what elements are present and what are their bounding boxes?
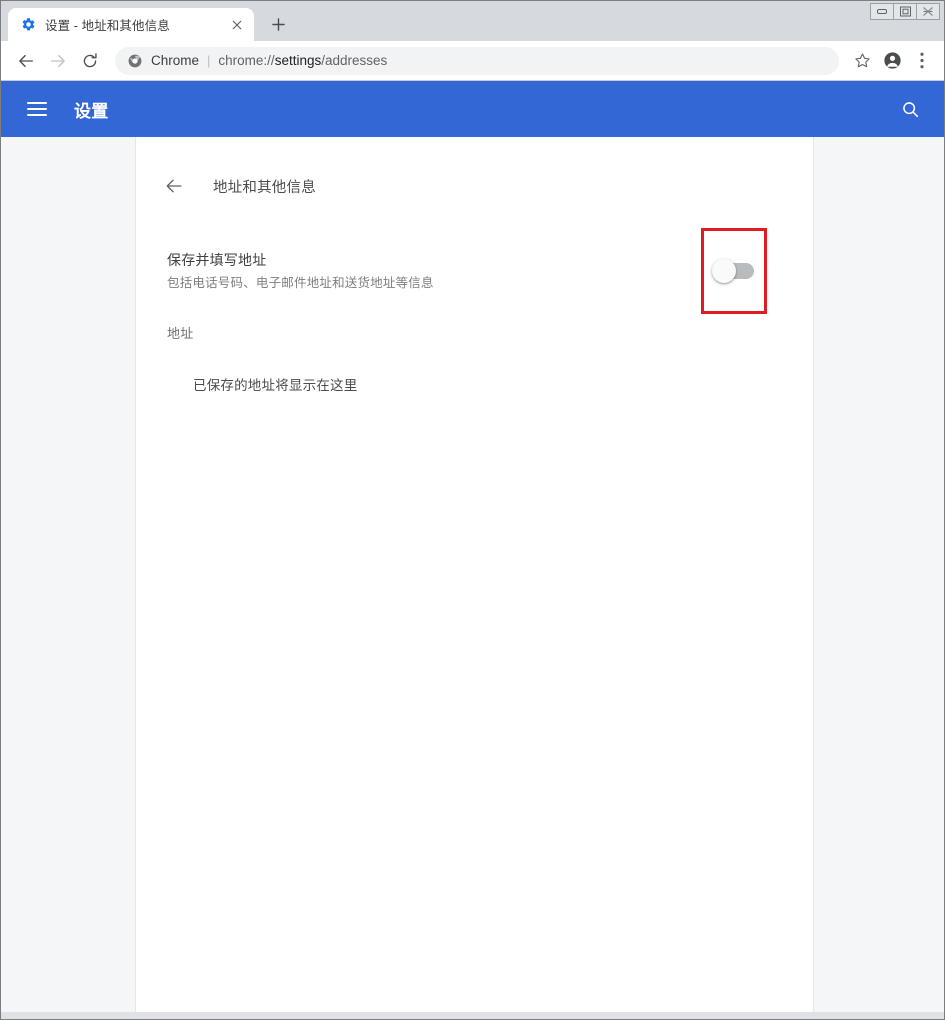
addresses-section-title: 地址: [167, 326, 194, 341]
tab-strip: 设置 - 地址和其他信息: [1, 1, 944, 41]
restore-icon[interactable]: [893, 3, 917, 20]
browser-window: 设置 - 地址和其他信息 Chrome | chrome://settings/…: [0, 0, 945, 1020]
toggle-sublabel: 包括电话号码、电子邮件地址和送货地址等信息: [167, 275, 434, 290]
settings-gear-icon: [20, 17, 36, 33]
close-icon[interactable]: [228, 16, 246, 34]
omnibox-url: chrome://settings/addresses: [218, 53, 387, 68]
search-icon[interactable]: [896, 95, 924, 123]
account-avatar-icon[interactable]: [878, 47, 906, 75]
window-controls: [870, 3, 940, 20]
tab-title: 设置 - 地址和其他信息: [45, 19, 170, 33]
addresses-empty-state: 已保存的地址将显示在这里: [193, 378, 358, 393]
toggle-label: 保存并填写地址: [167, 251, 267, 268]
autofill-addresses-toggle-row[interactable]: 保存并填写地址 包括电话号码、电子邮件地址和送货地址等信息: [136, 228, 813, 314]
hamburger-line: [27, 108, 47, 110]
browser-tab[interactable]: 设置 - 地址和其他信息: [8, 8, 254, 41]
bottom-strip: [1, 1012, 944, 1019]
chrome-logo-icon: [127, 53, 143, 69]
omnibox-url-host: settings: [274, 53, 322, 68]
new-tab-button[interactable]: [264, 10, 292, 38]
omnibox-url-prefix: chrome://: [218, 53, 275, 68]
hamburger-line: [27, 102, 47, 104]
back-arrow-icon[interactable]: [156, 168, 192, 204]
save-addresses-switch[interactable]: [711, 259, 754, 283]
toggle-highlight-region: [701, 228, 767, 314]
omnibox-url-path: /addresses: [321, 53, 388, 68]
forward-arrow-icon[interactable]: [43, 46, 73, 76]
three-dot-menu-icon[interactable]: [908, 47, 936, 75]
browser-toolbar: Chrome | chrome://settings/addresses: [1, 41, 944, 81]
toggle-texts: 保存并填写地址 包括电话号码、电子邮件地址和送货地址等信息: [167, 250, 701, 293]
reload-icon[interactable]: [75, 46, 105, 76]
omnibox-separator: |: [207, 53, 211, 68]
omnibox-scheme-label: Chrome: [151, 53, 200, 68]
hamburger-line: [27, 114, 47, 116]
subpage-header: 地址和其他信息: [136, 157, 813, 215]
settings-toolbar: 设置: [1, 81, 944, 137]
settings-page-body: 地址和其他信息 保存并填写地址 包括电话号码、电子邮件地址和送货地址等信息 地址…: [1, 137, 944, 1019]
switch-knob: [711, 259, 736, 283]
back-arrow-icon[interactable]: [11, 46, 41, 76]
minimize-icon[interactable]: [870, 3, 894, 20]
star-icon[interactable]: [848, 47, 876, 75]
address-bar[interactable]: Chrome | chrome://settings/addresses: [115, 46, 839, 75]
settings-card: 地址和其他信息 保存并填写地址 包括电话号码、电子邮件地址和送货地址等信息 地址…: [135, 137, 814, 1012]
close-icon[interactable]: [916, 3, 940, 20]
hamburger-menu-icon[interactable]: [27, 97, 51, 121]
page-title: 地址和其他信息: [213, 179, 316, 196]
settings-title: 设置: [74, 101, 109, 121]
